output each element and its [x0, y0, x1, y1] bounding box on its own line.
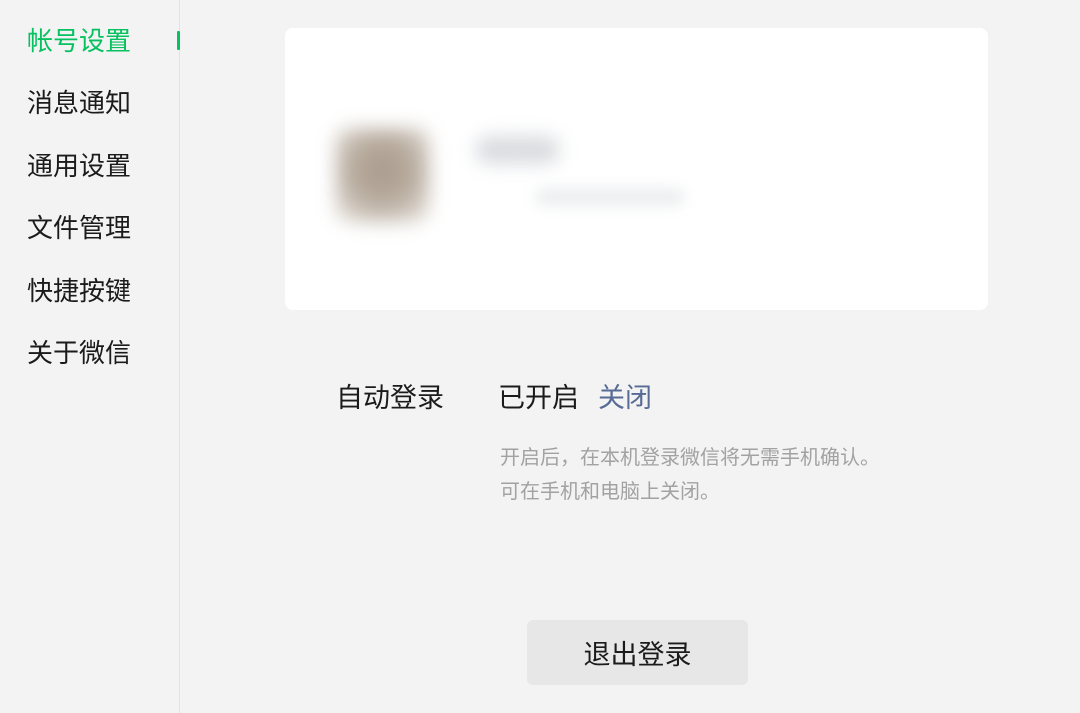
auto-login-label: 自动登录 — [336, 383, 444, 414]
sidebar-item-file-management[interactable]: 文件管理 — [27, 212, 131, 246]
active-indicator — [177, 31, 180, 50]
sidebar-item-about[interactable]: 关于微信 — [27, 337, 131, 371]
blurred-account-id — [535, 188, 685, 206]
auto-login-hint-line2: 可在手机和电脑上关闭。 — [500, 479, 720, 503]
sidebar-item-general-settings[interactable]: 通用设置 — [27, 150, 131, 184]
sidebar-item-account-settings[interactable]: 帐号设置 — [27, 25, 131, 59]
auto-login-hint-line1: 开启后，在本机登录微信将无需手机确认。 — [500, 445, 880, 469]
logout-button[interactable]: 退出登录 — [527, 620, 748, 685]
settings-sidebar: 帐号设置 消息通知 通用设置 文件管理 快捷按键 关于微信 — [0, 0, 180, 713]
blurred-nickname — [475, 136, 560, 164]
settings-window: 帐号设置 消息通知 通用设置 文件管理 快捷按键 关于微信 自动登录 已开启 关… — [0, 0, 1080, 713]
auto-login-status: 已开启 — [498, 383, 579, 414]
auto-login-close-link[interactable]: 关闭 — [598, 382, 652, 416]
sidebar-item-notifications[interactable]: 消息通知 — [27, 87, 131, 121]
sidebar-item-shortcuts[interactable]: 快捷按键 — [27, 275, 131, 309]
profile-card — [285, 28, 988, 310]
avatar[interactable] — [335, 128, 430, 223]
